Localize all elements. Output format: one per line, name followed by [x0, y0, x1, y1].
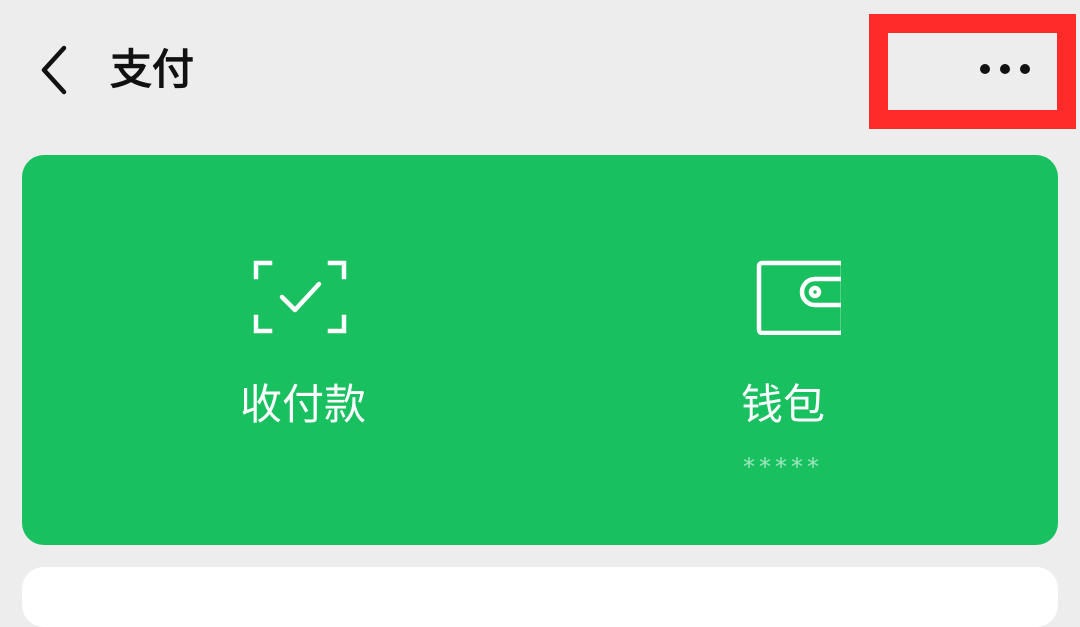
chevron-left-icon [41, 45, 67, 95]
wallet-label: 钱包 [740, 380, 825, 429]
page-title: 支付 [110, 45, 195, 94]
back-button[interactable] [30, 40, 80, 100]
highlight-annotation [869, 14, 1076, 129]
wallet-balance-masked: ***** [743, 453, 823, 481]
receive-pay-label: 收付款 [239, 380, 366, 429]
wallet-icon [756, 260, 841, 335]
receive-pay-button[interactable]: 收付款 [22, 155, 540, 545]
services-card [22, 567, 1058, 627]
scan-check-icon [253, 260, 347, 334]
wallet-button[interactable]: 钱包 ***** [540, 155, 1058, 545]
payment-card: 收付款 钱包 ***** [22, 155, 1058, 545]
